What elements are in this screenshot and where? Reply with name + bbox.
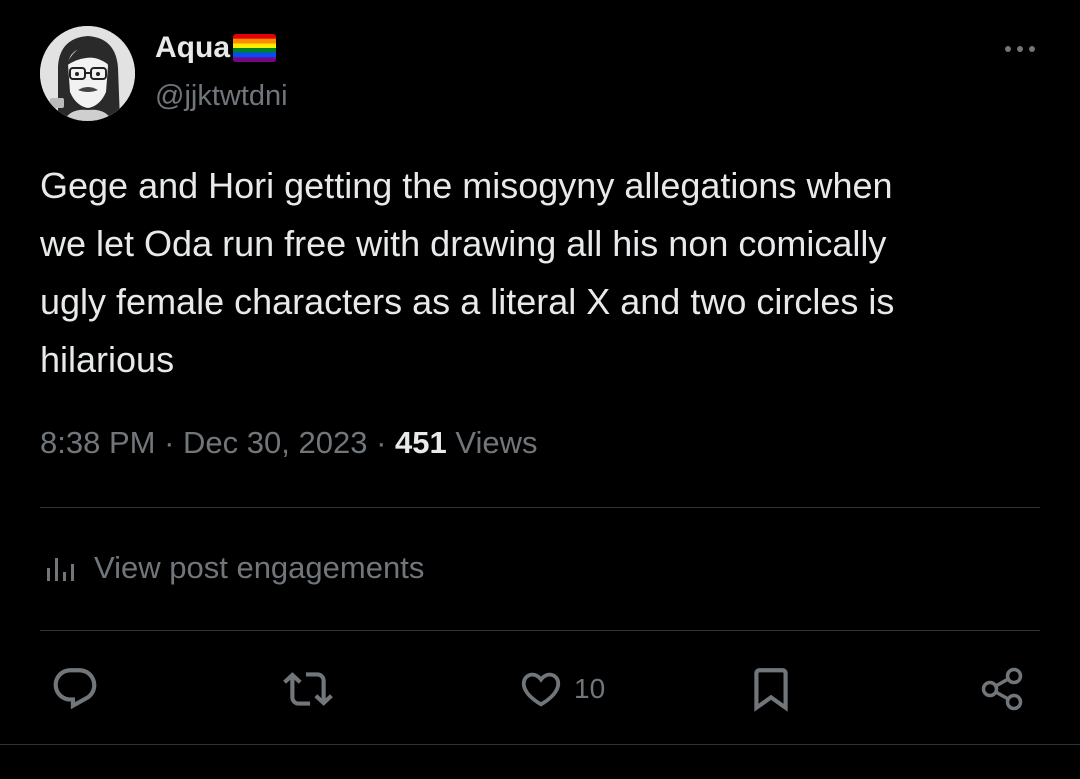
- like-count: 10: [574, 673, 606, 704]
- tweet-time[interactable]: 8:38 PM: [40, 425, 155, 460]
- reply-icon: [53, 668, 97, 710]
- display-name[interactable]: Aqua: [155, 30, 230, 66]
- share-icon: [981, 667, 1023, 711]
- views-label: Views: [455, 425, 538, 460]
- rainbow-flag-icon: [233, 34, 276, 62]
- share-button[interactable]: [978, 664, 1028, 714]
- reply-button[interactable]: [50, 664, 100, 714]
- user-handle[interactable]: @jjktwtdni: [155, 78, 288, 114]
- tweet-detail: Aqua @jjktwtdni Gege and Hori getting th…: [0, 0, 1080, 779]
- divider: [40, 630, 1040, 631]
- meta-separator: ·: [376, 425, 387, 460]
- more-options-button[interactable]: [1000, 34, 1040, 64]
- avatar-illustration: [40, 26, 135, 121]
- bar-chart-icon: [47, 558, 74, 581]
- display-name-row[interactable]: Aqua: [155, 30, 276, 66]
- tweet-text: Gege and Hori getting the misogyny alleg…: [40, 165, 895, 380]
- bookmark-button[interactable]: [746, 664, 796, 714]
- view-engagements-label[interactable]: View post engagements: [94, 546, 424, 590]
- more-dots-icon: [1005, 46, 1035, 52]
- views-count: 451: [395, 425, 447, 460]
- meta-separator: ·: [164, 425, 175, 460]
- tweet-date[interactable]: Dec 30, 2023: [183, 425, 367, 460]
- heart-icon: [521, 672, 561, 707]
- divider: [40, 507, 1040, 508]
- bookmark-icon: [754, 668, 788, 712]
- retweet-icon: [283, 672, 333, 706]
- like-button[interactable]: 10: [518, 664, 605, 714]
- divider: [0, 744, 1080, 745]
- avatar[interactable]: [40, 26, 135, 121]
- retweet-button[interactable]: [282, 664, 334, 714]
- view-engagements-button[interactable]: View post engagements: [44, 546, 424, 590]
- timestamp-row: 8:38 PM · Dec 30, 2023 · 451 Views: [40, 421, 538, 465]
